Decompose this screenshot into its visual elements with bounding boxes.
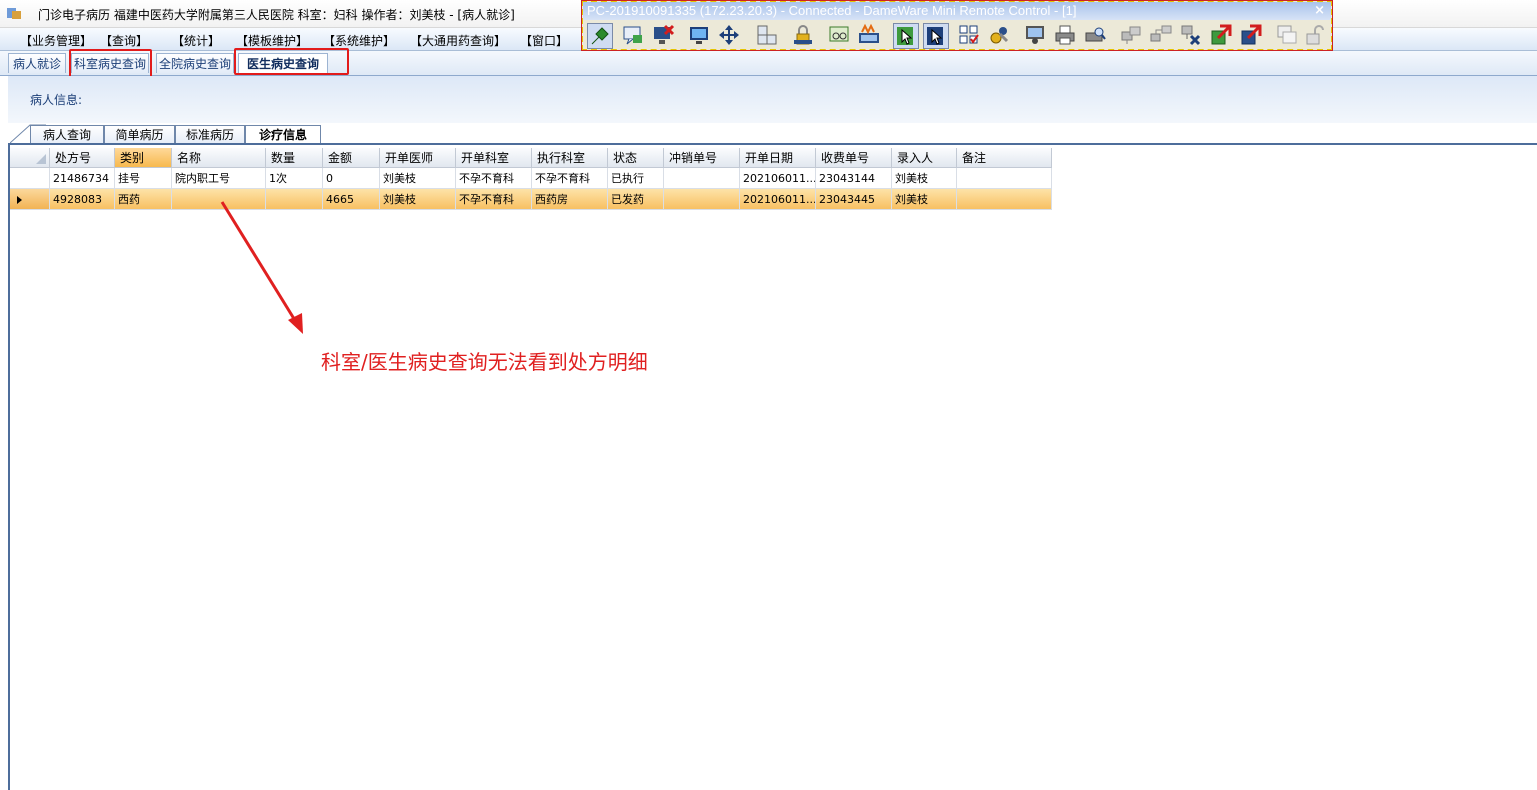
annotation-text: 科室/医生病史查询无法看到处方明细 bbox=[321, 350, 648, 374]
annotation-arrow bbox=[220, 201, 303, 334]
